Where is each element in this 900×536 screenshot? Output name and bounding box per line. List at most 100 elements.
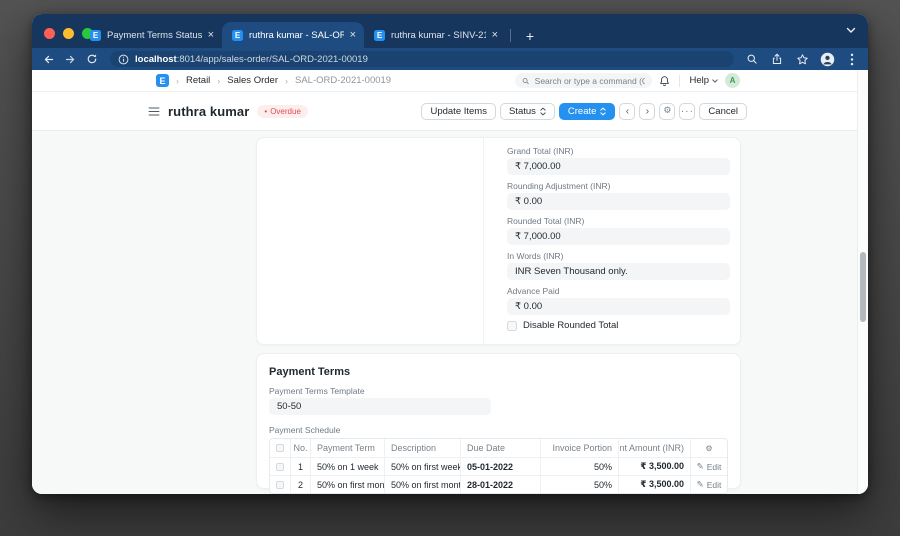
minimize-window-button[interactable] bbox=[63, 28, 74, 39]
payment-schedule-table: No. Payment Term Description Due Date In… bbox=[269, 438, 728, 494]
select-all-checkbox[interactable] bbox=[276, 444, 284, 452]
sidebar-toggle-icon[interactable] bbox=[148, 107, 160, 116]
previous-document-button[interactable]: ‹ bbox=[619, 103, 635, 120]
table-row: 1 50% on 1 week 50% on first week. 05-01… bbox=[270, 457, 727, 475]
cell-payment-amount[interactable]: ₹ 3,500.00 bbox=[618, 476, 690, 493]
page-scrollbar-thumb[interactable] bbox=[860, 252, 866, 322]
update-items-button[interactable]: Update Items bbox=[421, 103, 496, 120]
row-checkbox[interactable] bbox=[276, 481, 284, 489]
grid-settings-gear-icon[interactable]: ⚙ bbox=[690, 439, 727, 457]
breadcrumb-sales-order[interactable]: Sales Order bbox=[227, 75, 278, 86]
rounded-total-input[interactable]: ₹ 7,000.00 bbox=[507, 228, 730, 245]
select-carets-icon bbox=[600, 107, 606, 116]
browser-toolbar: localhost:8014/app/sales-order/SAL-ORD-2… bbox=[32, 48, 868, 70]
in-words-input[interactable]: INR Seven Thousand only. bbox=[507, 263, 730, 280]
breadcrumb-separator: › bbox=[285, 76, 288, 86]
tab-payment-terms-status[interactable]: E Payment Terms Status for Sale × bbox=[80, 22, 222, 48]
notifications-bell-icon[interactable] bbox=[659, 75, 670, 87]
page-scrollbar-track[interactable] bbox=[857, 70, 868, 494]
address-bar[interactable]: localhost:8014/app/sales-order/SAL-ORD-2… bbox=[110, 51, 734, 67]
disable-rounded-total-checkbox[interactable] bbox=[507, 321, 517, 331]
menu-ellipsis-button[interactable]: ··· bbox=[679, 103, 695, 120]
totals-section-card: Grand Total (INR) ₹ 7,000.00 Rounding Ad… bbox=[256, 137, 741, 345]
rounding-adjustment-input[interactable]: ₹ 0.00 bbox=[507, 193, 730, 210]
field-grand-total: Grand Total (INR) ₹ 7,000.00 bbox=[507, 145, 730, 175]
help-menu[interactable]: Help bbox=[689, 75, 718, 86]
reload-icon[interactable] bbox=[84, 51, 100, 67]
edit-label: Edit bbox=[707, 462, 722, 472]
create-button-label: Create bbox=[568, 106, 597, 117]
row-edit-button[interactable]: ✎Edit bbox=[697, 462, 722, 472]
tab-title: ruthra kumar - SINV-21-00032 bbox=[391, 30, 486, 41]
select-carets-icon bbox=[540, 107, 546, 116]
tab-separator bbox=[510, 29, 511, 42]
checkbox-label: Disable Rounded Total bbox=[523, 320, 618, 331]
bullet-icon: • bbox=[264, 107, 267, 116]
cell-description[interactable]: 50% on first month bbox=[384, 476, 460, 493]
field-in-words: In Words (INR) INR Seven Thousand only. bbox=[507, 250, 730, 280]
create-dropdown-button[interactable]: Create bbox=[559, 103, 616, 120]
row-edit-button[interactable]: ✎Edit bbox=[697, 480, 722, 490]
cell-due-date[interactable]: 05-01-2022 bbox=[460, 458, 540, 475]
help-label: Help bbox=[689, 75, 709, 86]
global-search[interactable] bbox=[515, 73, 652, 88]
close-window-button[interactable] bbox=[44, 28, 55, 39]
profile-avatar-icon[interactable] bbox=[819, 51, 835, 67]
tab-search-chevron-icon[interactable] bbox=[846, 27, 856, 34]
status-badge-overdue: • Overdue bbox=[257, 105, 308, 118]
status-button-label: Status bbox=[509, 106, 536, 117]
field-label: Advance Paid bbox=[507, 285, 730, 298]
close-tab-icon[interactable]: × bbox=[492, 30, 498, 40]
search-input[interactable] bbox=[535, 76, 646, 86]
breadcrumb-separator: › bbox=[176, 76, 179, 86]
bookmark-star-icon[interactable] bbox=[794, 51, 810, 67]
user-avatar[interactable]: A bbox=[725, 73, 740, 88]
tab-sales-invoice[interactable]: E ruthra kumar - SINV-21-00032 × bbox=[364, 22, 506, 48]
advance-paid-input[interactable]: ₹ 0.00 bbox=[507, 298, 730, 315]
forward-icon[interactable] bbox=[62, 51, 78, 67]
close-tab-icon[interactable]: × bbox=[208, 30, 214, 40]
grand-total-input[interactable]: ₹ 7,000.00 bbox=[507, 158, 730, 175]
next-document-button[interactable]: › bbox=[639, 103, 655, 120]
column-header-payment-term: Payment Term bbox=[310, 439, 384, 457]
breadcrumb-separator: › bbox=[217, 76, 220, 86]
page-title: ruthra kumar bbox=[168, 104, 249, 119]
field-advance-paid: Advance Paid ₹ 0.00 bbox=[507, 285, 730, 315]
back-icon[interactable] bbox=[40, 51, 56, 67]
tab-strip: E Payment Terms Status for Sale × E ruth… bbox=[80, 22, 539, 48]
browser-tab-bar: E Payment Terms Status for Sale × E ruth… bbox=[32, 14, 868, 48]
breadcrumb-retail[interactable]: Retail bbox=[186, 75, 210, 86]
row-checkbox[interactable] bbox=[276, 463, 284, 471]
url-path: :8014/app/sales-order/SAL-ORD-2021-00019 bbox=[177, 54, 368, 65]
payment-terms-section-card: Payment Terms Payment Terms Template 50-… bbox=[256, 353, 741, 489]
cell-invoice-portion[interactable]: 50% bbox=[540, 476, 618, 493]
field-rounding-adjustment: Rounding Adjustment (INR) ₹ 0.00 bbox=[507, 180, 730, 210]
share-icon[interactable] bbox=[769, 51, 785, 67]
column-header-no: No. bbox=[290, 439, 310, 457]
browser-menu-kebab-icon[interactable] bbox=[844, 51, 860, 67]
tab-title: Payment Terms Status for Sale bbox=[107, 30, 202, 41]
close-tab-icon[interactable]: × bbox=[350, 30, 356, 40]
cancel-button[interactable]: Cancel bbox=[699, 103, 747, 120]
cell-no: 2 bbox=[290, 476, 310, 493]
app-logo[interactable]: E bbox=[156, 74, 169, 87]
field-label: Grand Total (INR) bbox=[507, 145, 730, 158]
cell-payment-amount[interactable]: ₹ 3,500.00 bbox=[618, 458, 690, 475]
cell-payment-term[interactable]: 50% on first month bbox=[310, 476, 384, 493]
site-info-icon[interactable] bbox=[118, 54, 129, 65]
cell-invoice-portion[interactable]: 50% bbox=[540, 458, 618, 475]
payment-terms-template-input[interactable]: 50-50 bbox=[269, 398, 491, 415]
new-tab-button[interactable]: + bbox=[521, 28, 539, 44]
column-header-due-date: Due Date bbox=[460, 439, 540, 457]
search-icon[interactable] bbox=[744, 51, 760, 67]
cell-description[interactable]: 50% on first week. bbox=[384, 458, 460, 475]
settings-gear-button[interactable]: ⚙ bbox=[659, 103, 675, 120]
status-dropdown-button[interactable]: Status bbox=[500, 103, 555, 120]
disable-rounded-total-row: Disable Rounded Total bbox=[507, 320, 730, 331]
cell-due-date[interactable]: 28-01-2022 bbox=[460, 476, 540, 493]
table-header-row: No. Payment Term Description Due Date In… bbox=[270, 439, 727, 457]
chevron-down-icon bbox=[712, 79, 718, 83]
cell-payment-term[interactable]: 50% on 1 week bbox=[310, 458, 384, 475]
tab-sales-order-active[interactable]: E ruthra kumar - SAL-ORD-2021-00019 × bbox=[222, 22, 364, 48]
page-actions: Update Items Status Create ‹ › ⚙ ··· Can… bbox=[421, 103, 747, 120]
